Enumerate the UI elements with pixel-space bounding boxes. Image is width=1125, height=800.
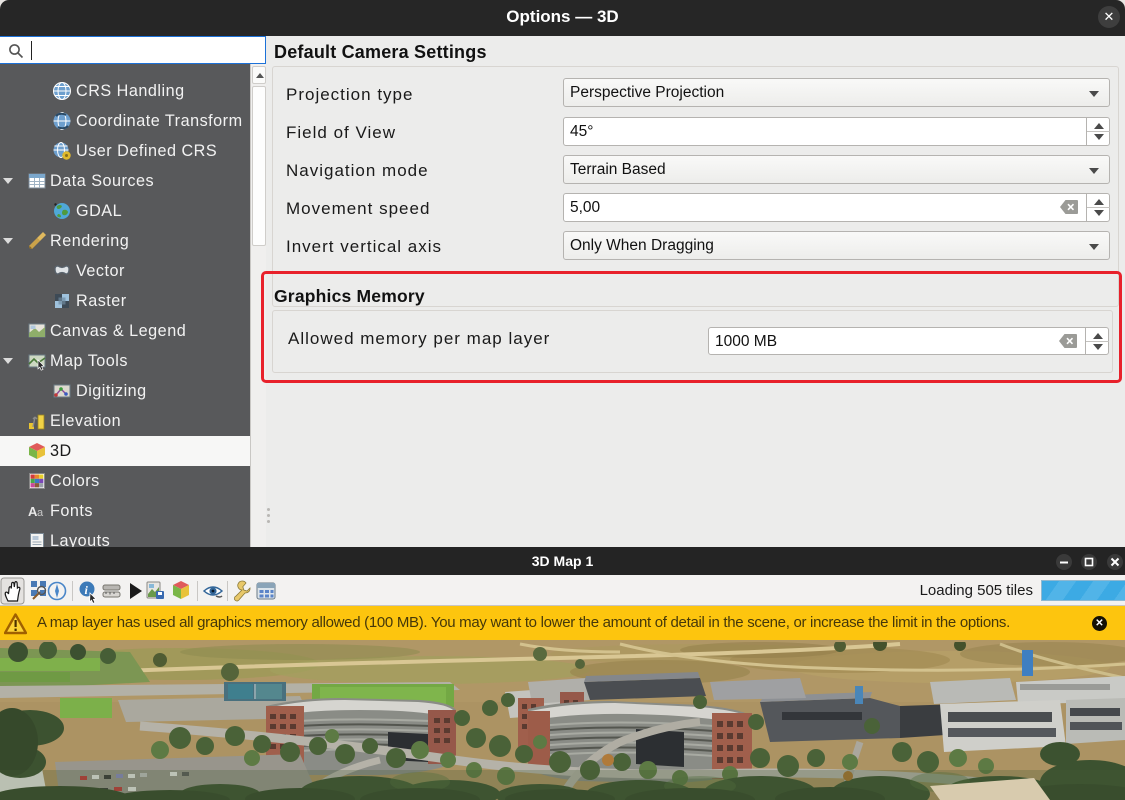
svg-text:a: a xyxy=(37,507,44,519)
